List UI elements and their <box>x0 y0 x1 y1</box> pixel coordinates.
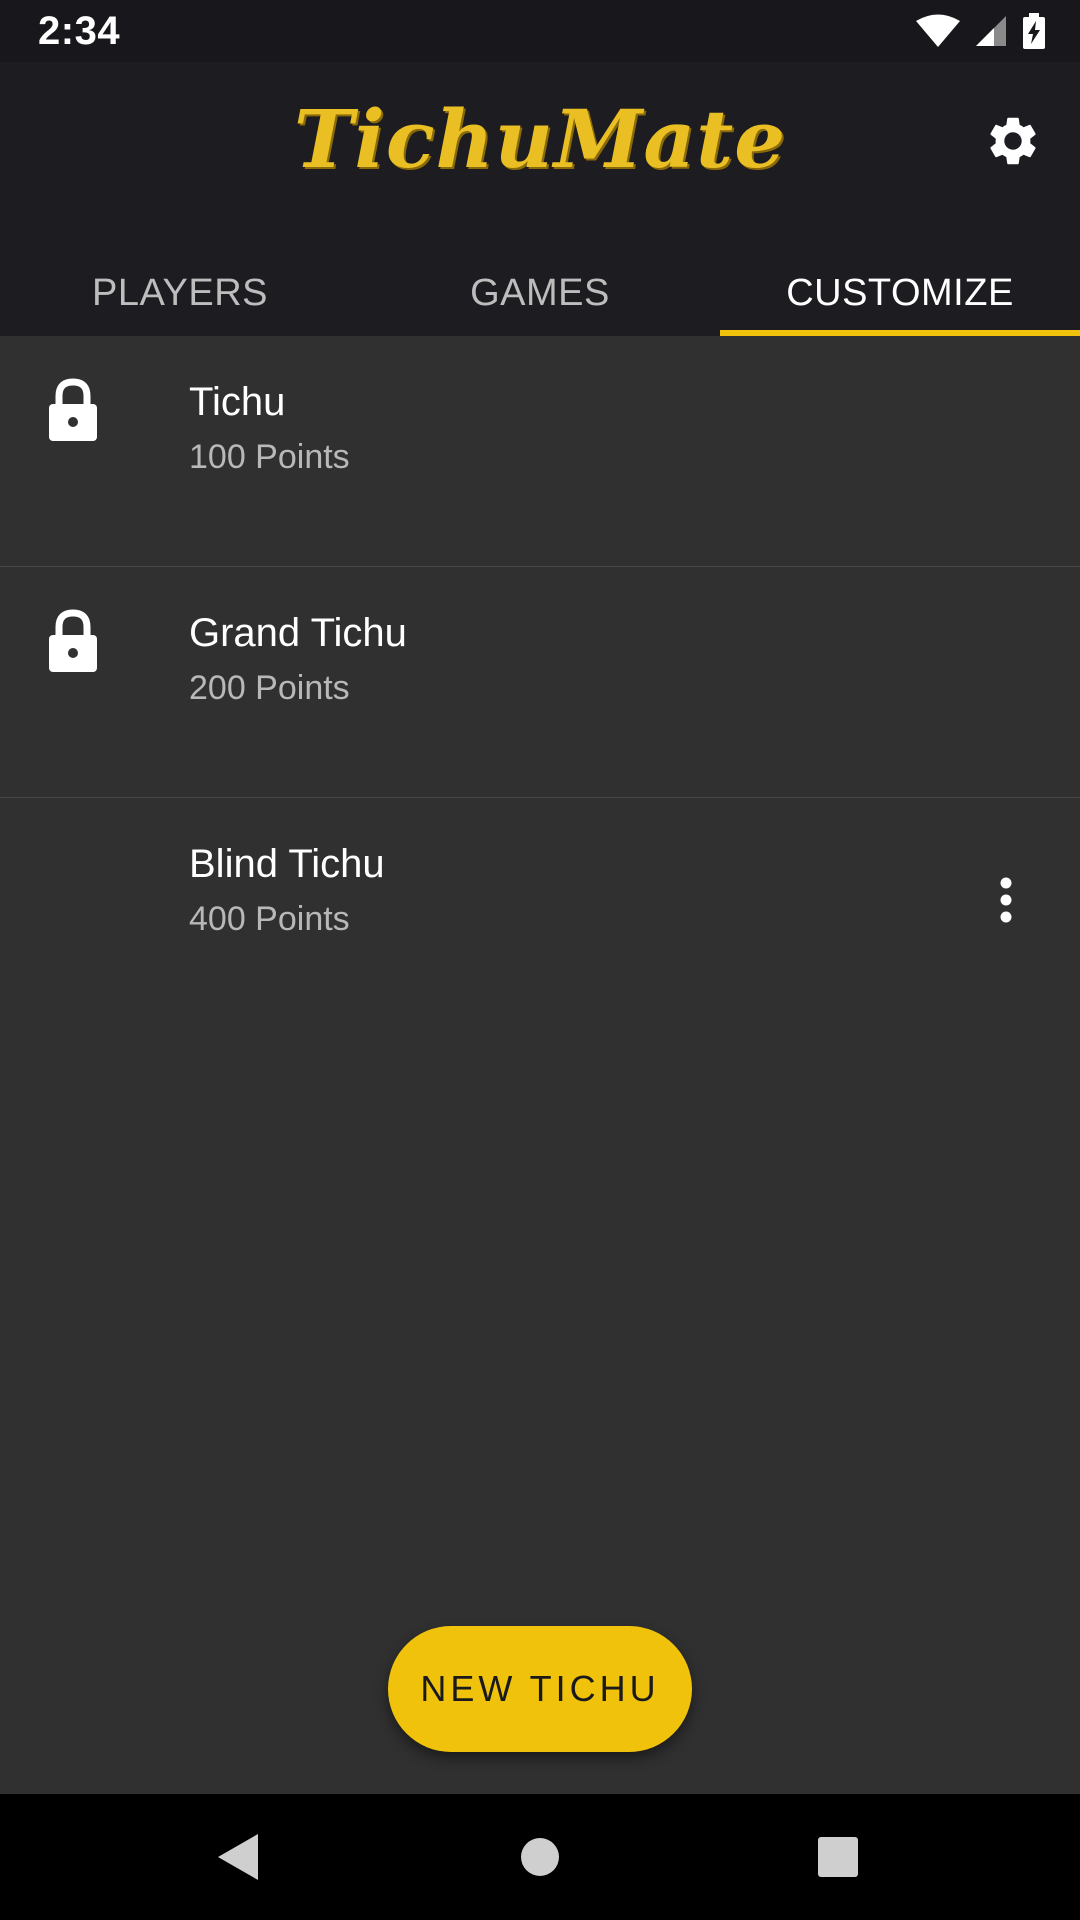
tab-players[interactable]: PLAYERS <box>0 270 360 336</box>
list-item[interactable]: Grand Tichu 200 Points <box>0 567 1080 798</box>
recents-icon <box>818 1837 858 1877</box>
tab-customize[interactable]: CUSTOMIZE <box>720 270 1080 336</box>
tab-bar: PLAYERS GAMES CUSTOMIZE <box>0 270 1080 336</box>
item-points: 100 Points <box>189 438 350 476</box>
item-points: 200 Points <box>189 669 350 707</box>
tichu-list: Tichu 100 Points Grand Tichu 200 Points … <box>0 336 1080 1029</box>
home-button[interactable] <box>505 1822 575 1892</box>
new-tichu-button[interactable]: NEW TICHU <box>388 1626 692 1752</box>
recents-button[interactable] <box>803 1822 873 1892</box>
signal-icon <box>976 16 1006 46</box>
lock-icon <box>49 609 97 672</box>
wifi-icon <box>916 14 960 47</box>
tab-games[interactable]: GAMES <box>360 270 720 336</box>
status-time: 2:34 <box>38 8 121 53</box>
list-item[interactable]: Blind Tichu 400 Points <box>0 798 1080 1029</box>
battery-charging-icon <box>1023 13 1045 49</box>
status-icons <box>916 13 1046 49</box>
navigation-bar <box>0 1794 1080 1920</box>
home-icon <box>521 1838 559 1876</box>
app-bar: TichuMate PLAYERS GAMES CUSTOMIZE <box>0 62 1080 336</box>
settings-button[interactable] <box>976 104 1050 178</box>
more-vert-icon <box>1000 877 1012 923</box>
app-logo: TichuMate <box>293 92 787 186</box>
back-icon <box>218 1834 258 1880</box>
gear-icon <box>990 117 1036 165</box>
more-options-button[interactable] <box>976 870 1036 930</box>
back-button[interactable] <box>203 1822 273 1892</box>
item-title: Grand Tichu <box>189 611 407 655</box>
list-item[interactable]: Tichu 100 Points <box>0 336 1080 567</box>
lock-icon <box>49 378 97 441</box>
status-bar: 2:34 <box>0 0 1080 62</box>
item-points: 400 Points <box>189 900 350 938</box>
item-title: Tichu <box>189 380 286 424</box>
item-title: Blind Tichu <box>189 842 385 886</box>
